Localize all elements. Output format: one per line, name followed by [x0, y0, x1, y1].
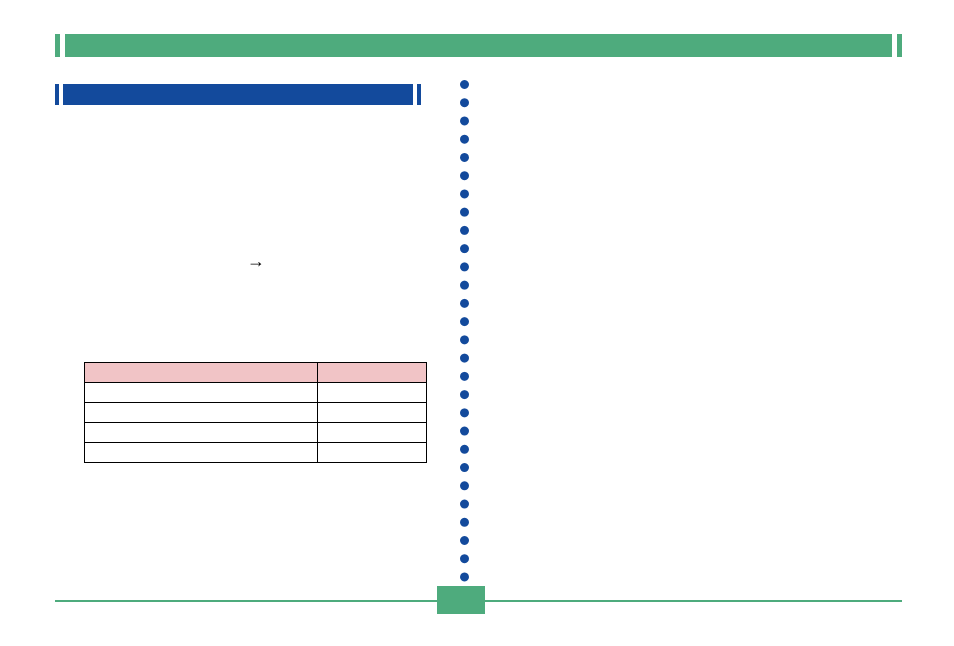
left-table — [84, 362, 427, 463]
blue-notch-left — [59, 84, 63, 105]
blue-notch-right — [413, 84, 417, 105]
page-number-block — [437, 586, 485, 614]
table-cell — [85, 423, 318, 443]
table-cell — [318, 383, 427, 403]
table-row — [85, 403, 427, 423]
table-header-row — [85, 363, 427, 383]
table-row — [85, 423, 427, 443]
left-subheader-bar — [55, 84, 421, 105]
banner-notch-left — [60, 34, 65, 57]
table-header-cell — [85, 363, 318, 383]
table-cell — [85, 383, 318, 403]
table-cell — [318, 403, 427, 423]
table-cell — [85, 403, 318, 423]
top-banner — [55, 34, 902, 57]
table-cell — [318, 423, 427, 443]
table-cell — [85, 443, 318, 463]
table-cell — [318, 443, 427, 463]
table-row — [85, 443, 427, 463]
column-divider — [460, 80, 469, 600]
arrow-right-icon: → — [247, 251, 265, 272]
table-row — [85, 383, 427, 403]
banner-notch-right — [892, 34, 897, 57]
table-header-cell — [318, 363, 427, 383]
